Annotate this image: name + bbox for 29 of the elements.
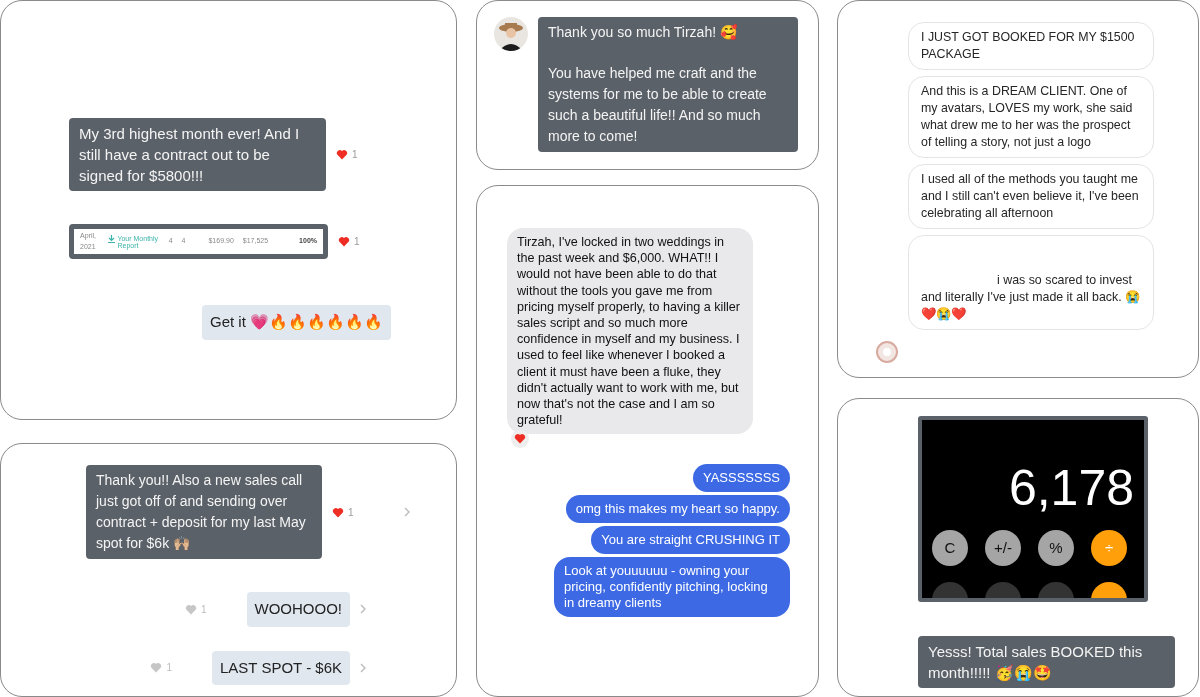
message-bubble: You are straight CRUSHING IT <box>591 526 790 555</box>
message-bubble: Tirzah, I've locked in two weddings in the past week and $6,000. WHAT!! I would not have been able to do that without the tools you gave me from pricing myself properly, to having a killer sales script and so much more confidence in myself and my business. I used to feel like whenever I booked a client it must have been a fluke, they didn't actually want to work with me, but now that's not the case and I am so grateful! <box>507 228 753 435</box>
like-count: 1 <box>348 505 354 520</box>
message-bubble: Yesss! Total sales BOOKED this month!!!!! 🥳😭🤩 <box>918 636 1175 688</box>
message-bubble: Thank you!! Also a new sales call just got off of and sending over contract + deposit for my last May spot for $6k 🙌🏼 <box>86 465 322 559</box>
calculator-display: 6,178 <box>1007 459 1134 518</box>
message-bubble: i was so scared to invest and literally I've just made it all back. 😭❤😭❤ <box>908 235 1154 330</box>
message-bubble: YASSSSSSS <box>692 464 790 493</box>
message-bubble: My 3rd highest month ever! And I still have a contract out to be signed for $5800!!! <box>69 118 326 191</box>
message-bubble: And this is a DREAM CLIENT. One of my avatars, LOVES my work, she said what drew me to her was the prospect of telling a story, not just a logo <box>908 76 1154 158</box>
message-bubble: I JUST GOT BOOKED FOR MY $1500 PACKAGE <box>908 22 1154 70</box>
message-bubble: LAST SPOT - $6K <box>212 650 350 685</box>
like-count: 1 <box>166 661 172 676</box>
like-count: 1 <box>354 235 360 249</box>
like-count: 1 <box>200 602 207 617</box>
message-bubble: WOOHOOO! <box>246 592 350 627</box>
calculator-key: ÷ <box>1091 530 1127 566</box>
avatar-icon <box>876 341 898 363</box>
message-bubble: I used all of the methods you taught me and I still can't even believe it, I've been celebrating all afternoon <box>908 164 1154 229</box>
message-bubble: Get it 💗🔥🔥🔥🔥🔥🔥 <box>202 305 391 340</box>
like-count: 1 <box>352 148 358 162</box>
calculator-key: % <box>1038 530 1074 566</box>
message-bubble: omg this makes my heart so happy. <box>565 495 790 524</box>
download-icon <box>108 234 116 243</box>
calculator-key: C <box>932 530 968 566</box>
message-paragraph: You have helped me craft and the systems for me to be able to create such a beautiful life!! And so much more to come! <box>548 64 768 146</box>
message-paragraph: Thank you so much Tirzah! 🥰 <box>548 23 738 42</box>
calculator-key: +/- <box>985 530 1021 566</box>
message-bubble: Look at youuuuuu - owning your pricing, confidently pitching, locking in dreamy clients <box>554 557 790 618</box>
